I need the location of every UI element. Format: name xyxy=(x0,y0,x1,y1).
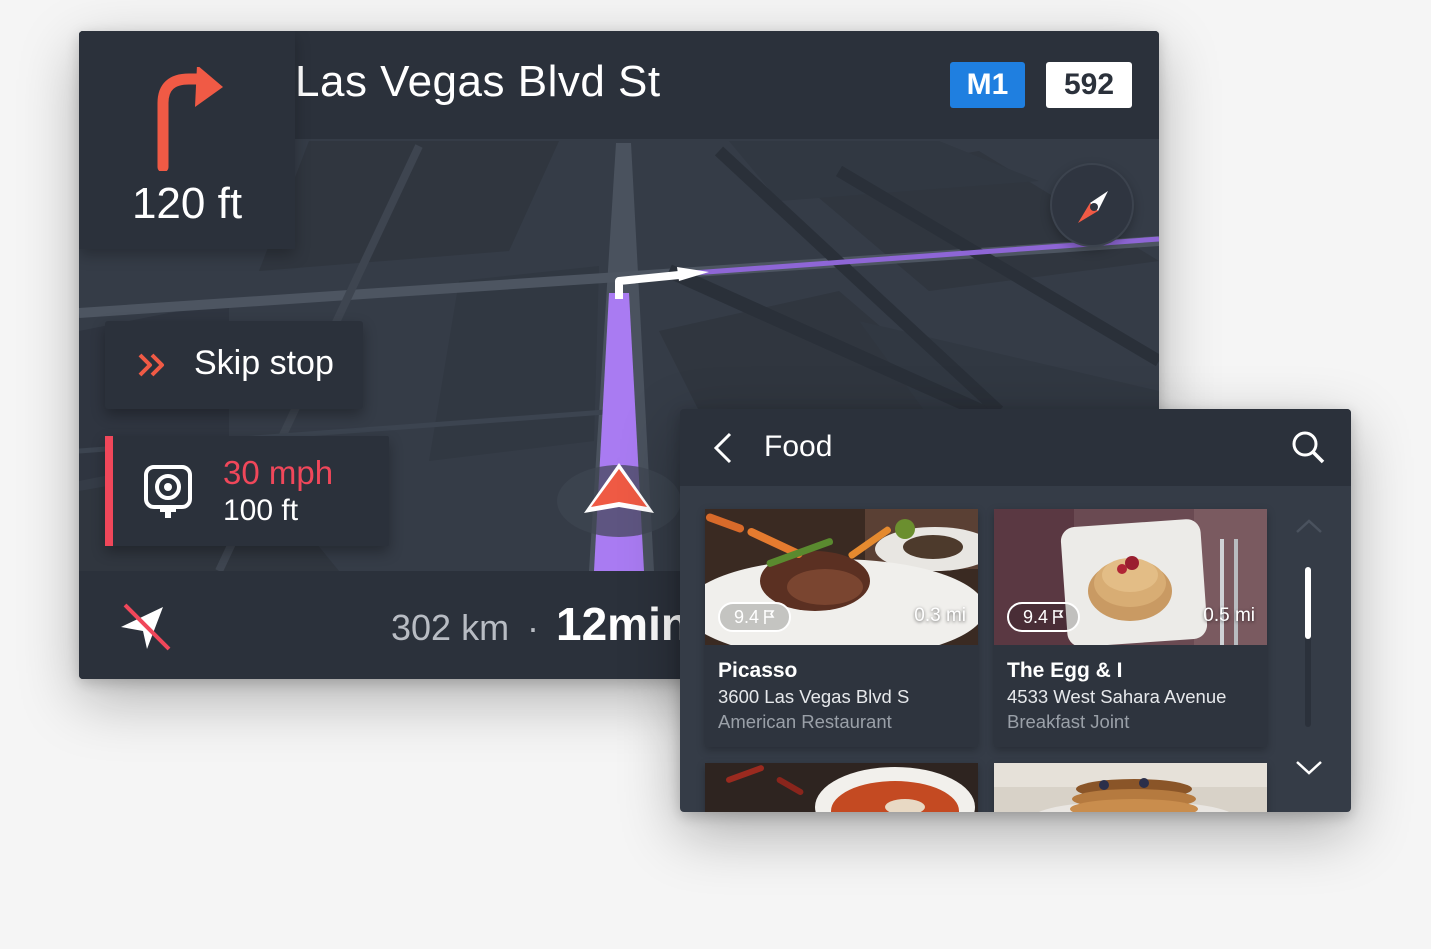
alert-accent-bar xyxy=(105,436,113,546)
scroll-up-chevron-icon[interactable] xyxy=(1294,517,1324,535)
remaining-distance: 302 km xyxy=(391,607,510,648)
restaurant-name: Picasso xyxy=(718,659,798,682)
turn-right-icon xyxy=(157,67,223,171)
restaurant-card[interactable] xyxy=(994,763,1267,812)
restaurant-category: Breakfast Joint xyxy=(1007,711,1130,732)
restaurant-photo xyxy=(705,763,978,812)
road-badge-592: 592 xyxy=(1046,62,1132,108)
food-search-panel: Food 9.4 0.3 mi Picasso 3600 Las Vegas B… xyxy=(680,409,1351,812)
scroll-down-chevron-icon[interactable] xyxy=(1294,759,1324,777)
camera-distance: 100 ft xyxy=(223,494,299,527)
restaurant-name: The Egg & I xyxy=(1007,659,1123,682)
remaining-time: 12min xyxy=(556,598,689,650)
flag-icon xyxy=(1053,610,1064,624)
restaurant-card[interactable] xyxy=(705,763,978,812)
double-chevron-right-icon xyxy=(138,353,164,377)
restaurant-address: 3600 Las Vegas Blvd S xyxy=(718,686,910,707)
road-badge-m1: M1 xyxy=(950,62,1025,108)
restaurant-card[interactable]: 9.4 0.5 mi The Egg & I 4533 West Sahara … xyxy=(994,509,1267,747)
navigation-off-icon[interactable] xyxy=(117,599,175,653)
flag-icon xyxy=(764,610,775,624)
rating-value: 9.4 xyxy=(1022,606,1049,627)
speed-camera-alert: 30 mph 100 ft xyxy=(105,436,389,546)
restaurant-distance: 0.3 mi xyxy=(914,605,966,626)
search-icon[interactable] xyxy=(1290,429,1326,465)
skip-stop-button[interactable]: Skip stop xyxy=(105,321,363,409)
next-turn-panel: 120 ft xyxy=(79,31,295,249)
rating-value: 9.4 xyxy=(733,606,760,627)
street-name: Las Vegas Blvd St xyxy=(295,57,661,106)
restaurant-address: 4533 West Sahara Avenue xyxy=(1007,686,1227,707)
compass-button[interactable] xyxy=(1050,163,1134,247)
panel-header: Food xyxy=(680,409,1351,486)
scrollbar-thumb[interactable] xyxy=(1305,567,1311,639)
restaurant-card[interactable]: 9.4 0.3 mi Picasso 3600 Las Vegas Blvd S… xyxy=(705,509,978,747)
back-chevron-icon[interactable] xyxy=(710,431,736,465)
restaurant-photo xyxy=(994,763,1267,812)
restaurant-category: American Restaurant xyxy=(718,711,892,732)
panel-title: Food xyxy=(764,430,833,463)
turn-distance: 120 ft xyxy=(131,179,243,228)
rating-badge: 9.4 xyxy=(1007,602,1080,632)
compass-icon xyxy=(1078,191,1108,223)
speed-camera-icon xyxy=(144,465,192,518)
speed-limit: 30 mph xyxy=(223,454,334,491)
skip-stop-label: Skip stop xyxy=(194,344,334,382)
separator: · xyxy=(527,607,539,648)
restaurant-distance: 0.5 mi xyxy=(1203,605,1255,626)
rating-badge: 9.4 xyxy=(718,602,791,632)
